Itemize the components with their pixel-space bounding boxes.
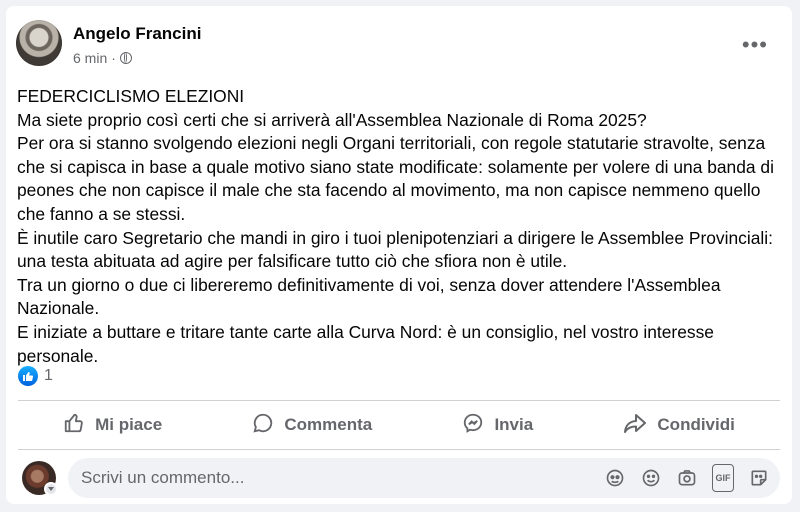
divider (18, 449, 780, 450)
chevron-down-icon[interactable] (44, 482, 58, 496)
gif-label: GIF (712, 464, 734, 492)
post-paragraph: FEDERCICLISMO ELEZIONI (17, 86, 245, 106)
post-paragraph: È inutile caro Segretario che mandi in g… (17, 227, 773, 272)
post-paragraph: Ma siete proprio così certi che si arriv… (17, 109, 647, 130)
share-arrow-icon (623, 412, 647, 439)
avatar-sticker-icon[interactable] (604, 467, 626, 489)
author-name[interactable]: Angelo Francini (73, 24, 201, 44)
sticker-icon[interactable] (748, 467, 770, 489)
divider (18, 400, 780, 401)
comment-input[interactable]: Scrivi un commento... GIF (68, 458, 780, 498)
comment-bubble-icon (252, 412, 274, 439)
camera-icon[interactable] (676, 467, 698, 489)
post-paragraph: Per ora si stanno svolgendo elezioni neg… (17, 133, 774, 224)
reactions-count: 1 (44, 367, 53, 384)
emoji-icon[interactable] (640, 467, 662, 489)
comment-placeholder: Scrivi un commento... (81, 468, 245, 487)
gif-icon[interactable]: GIF (712, 464, 734, 492)
send-label: Invia (494, 415, 534, 434)
post-meta: 6 min · (73, 50, 132, 66)
globe-icon[interactable] (119, 52, 132, 64)
post-header: Angelo Francini 6 min · ••• (16, 20, 782, 76)
comment-label: Commenta (284, 415, 373, 434)
like-label: Mi piace (95, 415, 163, 434)
author-avatar[interactable] (16, 20, 62, 66)
share-label: Condividi (657, 415, 735, 434)
messenger-icon (462, 412, 484, 439)
post-paragraph: Tra un giorno o due ci libereremo defini… (17, 274, 721, 319)
comment-composer: Scrivi un commento... GIF (18, 458, 780, 498)
comment-tools: GIF (604, 464, 770, 492)
post-actions: Mi piace Commenta Invia Condividi (18, 402, 780, 448)
like-reaction-icon (18, 366, 38, 386)
post-time[interactable]: 6 min (73, 50, 107, 66)
like-button[interactable]: Mi piace (51, 406, 174, 445)
send-button[interactable]: Invia (450, 406, 545, 445)
meta-separator: · (111, 50, 116, 66)
thumbs-up-icon (63, 412, 85, 439)
reactions-summary[interactable]: 1 (18, 366, 53, 386)
post-card: Angelo Francini 6 min · ••• FEDERCICLISM… (6, 6, 792, 504)
share-button[interactable]: Condividi (611, 406, 746, 445)
more-options-icon[interactable]: ••• (742, 34, 768, 56)
post-body: FEDERCICLISMO ELEZIONI Ma siete proprio … (17, 85, 782, 368)
post-paragraph: E iniziate a buttare e tritare tante car… (17, 321, 714, 366)
comment-button[interactable]: Commenta (240, 406, 384, 445)
